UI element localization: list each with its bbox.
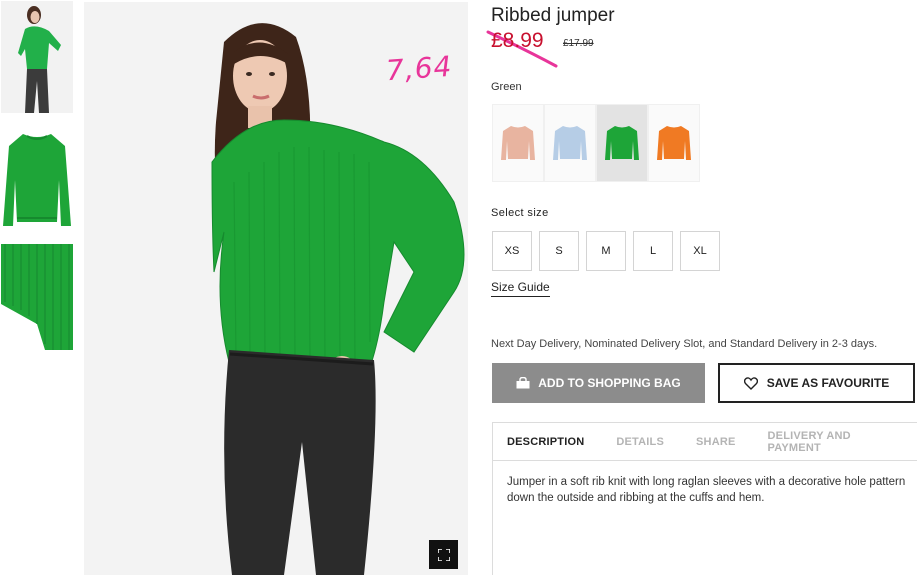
swatch-pink[interactable] <box>492 104 544 182</box>
expand-image-button[interactable] <box>429 540 458 569</box>
size-options: XS S M L XL <box>492 231 720 271</box>
swatch-light-blue[interactable] <box>544 104 596 182</box>
handwritten-price-annotation: 7,64 <box>384 49 454 88</box>
blue-sweater-icon <box>553 126 587 160</box>
shopping-bag-icon <box>516 377 530 389</box>
add-to-bag-button[interactable]: ADD TO SHOPPING BAG <box>492 363 705 403</box>
size-m-button[interactable]: M <box>586 231 626 271</box>
thumbnail-sweater-front[interactable] <box>1 122 73 234</box>
model-thumbnail-image <box>1 1 73 113</box>
description-line-2: down the outside and ribbing at the cuff… <box>507 492 765 504</box>
orange-sweater-icon <box>657 126 691 160</box>
tab-delivery-payment[interactable]: DELIVERY AND PAYMENT <box>768 430 890 454</box>
selected-color-label: Green <box>491 81 522 93</box>
delivery-info: Next Day Delivery, Nominated Delivery Sl… <box>491 338 878 350</box>
save-favourite-label: SAVE AS FAVOURITE <box>766 376 890 390</box>
thumbnail-model-full[interactable] <box>1 1 73 113</box>
pink-sweater-icon <box>501 126 535 160</box>
save-favourite-button[interactable]: SAVE AS FAVOURITE <box>718 363 915 403</box>
main-product-image <box>84 2 468 575</box>
size-xl-button[interactable]: XL <box>680 231 720 271</box>
fullscreen-icon <box>437 548 450 561</box>
add-to-bag-label: ADD TO SHOPPING BAG <box>538 376 681 390</box>
size-xs-button[interactable]: XS <box>492 231 532 271</box>
product-info-tabs: DESCRIPTION DETAILS SHARE DELIVERY AND P… <box>492 422 917 575</box>
swatch-orange[interactable] <box>648 104 700 182</box>
heart-icon <box>743 376 758 390</box>
description-text: Jumper in a soft rib knit with long ragl… <box>493 461 917 506</box>
detail-thumbnail-image <box>1 244 73 350</box>
swatch-green[interactable] <box>596 104 648 182</box>
green-sweater-icon <box>605 126 639 160</box>
tab-share[interactable]: SHARE <box>696 436 736 448</box>
tab-bar: DESCRIPTION DETAILS SHARE DELIVERY AND P… <box>493 423 917 461</box>
size-s-button[interactable]: S <box>539 231 579 271</box>
select-size-label: Select size <box>491 207 549 219</box>
product-title: Ribbed jumper <box>491 5 615 26</box>
sale-price: £8.99 <box>491 29 544 52</box>
size-l-button[interactable]: L <box>633 231 673 271</box>
size-guide-link[interactable]: Size Guide <box>491 280 550 297</box>
color-swatches <box>492 104 700 182</box>
sweater-thumbnail-image <box>3 134 71 226</box>
thumbnail-sweater-detail[interactable] <box>1 244 73 350</box>
model-photo <box>84 2 468 575</box>
description-line-1: Jumper in a soft rib knit with long ragl… <box>507 476 906 488</box>
tab-description[interactable]: DESCRIPTION <box>507 436 584 448</box>
original-price: £17.99 <box>563 38 594 49</box>
tab-details[interactable]: DETAILS <box>616 436 664 448</box>
